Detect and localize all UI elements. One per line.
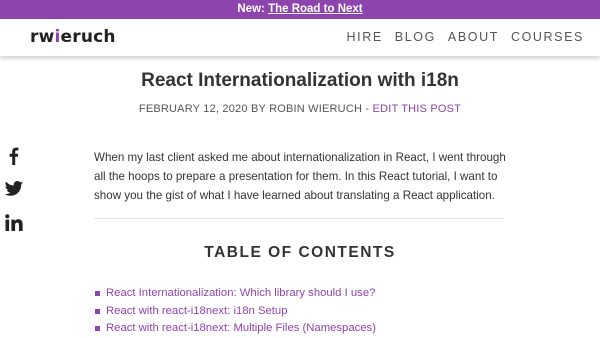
announcement-prefix: New: — [237, 3, 265, 15]
toc-bullet — [95, 308, 100, 314]
article-intro: When my last client asked me about inter… — [94, 151, 506, 202]
logo-text-end: eruch — [60, 27, 116, 47]
nav-blog[interactable]: BLOG — [395, 30, 436, 44]
twitter-icon[interactable] — [4, 179, 24, 199]
main-nav: HIRE BLOG ABOUT COURSES — [335, 30, 585, 44]
announcement-bar: New: The Road to Next — [0, 0, 600, 19]
nav-courses[interactable]: COURSES — [511, 30, 584, 44]
byline-separator: - — [362, 103, 373, 115]
nav-hire[interactable]: HIRE — [347, 30, 383, 44]
announcement-link[interactable]: The Road to Next — [268, 3, 363, 15]
logo-text-start: rw — [30, 27, 55, 47]
toc-link-namespaces[interactable]: React with react-i18next: Multiple Files… — [106, 322, 376, 334]
facebook-icon[interactable] — [4, 146, 24, 166]
toc-link-i18n-setup[interactable]: React with react-i18next: i18n Setup — [106, 305, 287, 317]
toc-title: TABLE OF CONTENTS — [204, 244, 396, 261]
toc-item: React with react-i18next: i18n Setup — [94, 303, 514, 321]
article-byline: FEBRUARY 12, 2020 BY ROBIN WIERUCH - EDI… — [0, 103, 600, 115]
toc-item: React Internationalization: Which librar… — [94, 285, 514, 303]
site-logo[interactable]: rwieruch — [30, 27, 116, 47]
edit-post-link[interactable]: EDIT THIS POST — [373, 103, 462, 115]
toc-link-library-choice[interactable]: React Internationalization: Which librar… — [106, 287, 375, 299]
toc-item: React with react-i18next: Multiple Files… — [94, 320, 514, 338]
site-header: rwieruch HIRE BLOG ABOUT COURSES — [0, 19, 600, 56]
byline-date-author: FEBRUARY 12, 2020 BY ROBIN WIERUCH — [138, 103, 363, 115]
toc-bullet — [95, 291, 100, 296]
toc-list: React Internationalization: Which librar… — [94, 285, 514, 338]
content-divider — [94, 218, 504, 219]
toc-bullet — [95, 326, 100, 331]
nav-about[interactable]: ABOUT — [448, 30, 499, 44]
linkedin-icon[interactable] — [4, 213, 24, 233]
article-title: React Internationalization with i18n — [141, 70, 459, 91]
